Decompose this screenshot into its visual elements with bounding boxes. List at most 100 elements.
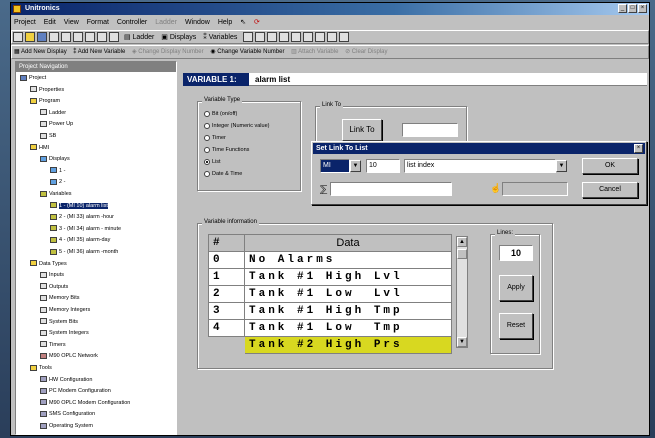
tree-item[interactable]: 1 - (MI 10) alarm list [50, 202, 108, 210]
tree-item[interactable]: Variables [40, 190, 72, 198]
row-data[interactable]: No Alarms [244, 251, 452, 269]
preview-icon[interactable] [61, 32, 71, 42]
tree-item[interactable]: Properties [30, 86, 64, 94]
menu-controller[interactable]: Controller [114, 19, 150, 26]
reset-button[interactable]: Reset [499, 313, 533, 339]
row-data[interactable]: Tank #1 High Tmp [244, 302, 452, 320]
new-file-icon[interactable] [13, 32, 23, 42]
variables-button[interactable]: ⁑ Variables [201, 31, 239, 43]
add-variable-button[interactable]: ⁑ Add New Variable [71, 46, 127, 58]
tree-item[interactable]: Project [20, 74, 46, 82]
watch-icon[interactable] [327, 32, 338, 42]
tree-item[interactable]: 1 - [50, 167, 65, 175]
tree-item[interactable]: Inputs [40, 271, 64, 279]
save-icon[interactable] [37, 32, 47, 42]
ladder-button[interactable]: ▤ Ladder [122, 31, 156, 43]
operand-type-dropdown-icon[interactable]: ▼ [350, 160, 361, 172]
dialog-close-icon[interactable]: × [634, 144, 643, 153]
radio-list[interactable]: List [204, 158, 221, 166]
row-data[interactable]: Tank #1 High Lvl [244, 268, 452, 286]
table-row[interactable]: 2 Tank #1 Low Lvl [208, 285, 452, 303]
tree-item[interactable]: Ladder [40, 109, 66, 117]
cut-icon[interactable] [73, 32, 83, 42]
table-row-highlighted[interactable]: Tank #2 High Prs [208, 336, 452, 354]
scroll-down-icon[interactable]: ▼ [457, 337, 467, 347]
tree-item[interactable]: Operating System [40, 422, 93, 430]
download-icon[interactable] [243, 32, 254, 42]
tree-item[interactable]: HW Configuration [40, 376, 92, 384]
table-scrollbar[interactable]: ▲ ▼ [456, 236, 468, 348]
row-data[interactable]: Tank #1 Low Lvl [244, 285, 452, 303]
tree-item[interactable]: 4 - (MI 35) alarm-day [50, 236, 110, 244]
add-display-button[interactable]: ▦ Add New Display [12, 46, 69, 58]
chart-icon[interactable] [315, 32, 326, 42]
radio-bit[interactable]: Bit (on/off) [204, 110, 237, 118]
table-row[interactable]: 3 Tank #1 High Tmp [208, 302, 452, 320]
radio-integer[interactable]: Integer (Numeric value) [204, 122, 269, 130]
paste-icon[interactable] [97, 32, 107, 42]
print-icon[interactable] [49, 32, 59, 42]
radio-time-functions[interactable]: Time Functions [204, 146, 249, 154]
menu-project[interactable]: Project [11, 19, 39, 26]
compile-icon[interactable] [267, 32, 278, 42]
maximize-button[interactable]: □ [628, 4, 637, 13]
row-data[interactable]: Tank #1 Low Tmp [244, 319, 452, 337]
open-folder-icon[interactable] [25, 32, 35, 42]
apply-button[interactable]: Apply [499, 275, 533, 301]
online-icon[interactable] [303, 32, 314, 42]
description-field[interactable]: list index [404, 159, 556, 173]
menu-format[interactable]: Format [84, 19, 112, 26]
tree-item[interactable]: M90 OPLC Network [40, 352, 98, 360]
scroll-up-icon[interactable]: ▲ [457, 237, 467, 247]
sync-icon[interactable]: ⟳ [251, 19, 263, 26]
radio-date-time[interactable]: Date & Time [204, 170, 242, 178]
pointer-icon[interactable]: ⇖ [237, 19, 249, 26]
tree-item[interactable]: 5 - (MI 36) alarm -month [50, 248, 118, 256]
close-button[interactable]: × [638, 4, 647, 13]
delete-icon[interactable] [109, 32, 119, 42]
tree-item[interactable]: Memory Bits [40, 294, 80, 302]
link-to-field[interactable] [402, 123, 458, 137]
tree-item[interactable]: SB [40, 132, 56, 140]
help-icon[interactable] [339, 32, 350, 42]
tree-item[interactable]: System Integers [40, 329, 89, 337]
tree-item[interactable]: System Bits [40, 318, 78, 326]
radio-timer[interactable]: Timer [204, 134, 226, 142]
menu-help[interactable]: Help [215, 19, 235, 26]
find-icon[interactable] [279, 32, 290, 42]
row-data[interactable]: Tank #2 High Prs [244, 336, 452, 354]
tree-item[interactable]: Outputs [40, 283, 68, 291]
title-bar[interactable]: Unitronics [11, 3, 649, 15]
menu-view[interactable]: View [61, 19, 82, 26]
menu-window[interactable]: Window [182, 19, 213, 26]
description-dropdown-icon[interactable]: ▼ [556, 160, 567, 172]
tree-item[interactable]: Power Up [40, 120, 73, 128]
copy-icon[interactable] [85, 32, 95, 42]
link-to-button[interactable]: Link To [342, 119, 382, 141]
tree-item[interactable]: SMS Configuration [40, 410, 95, 418]
tree-item[interactable]: Memory Integers [40, 306, 90, 314]
tree-item[interactable]: Tools [30, 364, 52, 372]
menu-edit[interactable]: Edit [41, 19, 59, 26]
upload-icon[interactable] [255, 32, 266, 42]
scroll-thumb[interactable] [457, 249, 467, 259]
ok-button[interactable]: OK [582, 158, 638, 174]
operand-number-field[interactable]: 10 [366, 159, 400, 173]
tree-item[interactable]: Data Types [30, 260, 67, 268]
minimize-button[interactable]: _ [618, 4, 627, 13]
tree-item[interactable]: Timers [40, 341, 66, 349]
change-variable-number-button[interactable]: ◉ Change Variable Number [208, 46, 286, 58]
table-row[interactable]: 4 Tank #1 Low Tmp [208, 319, 452, 337]
tree-item[interactable]: 2 - (MI 33) alarm -hour [50, 213, 114, 221]
displays-button[interactable]: ▣ Displays [159, 31, 198, 43]
address-field[interactable] [330, 182, 452, 196]
tree-item[interactable]: Program [30, 97, 60, 105]
tree-item[interactable]: M90 OPLC Modem Configuration [40, 399, 130, 407]
table-row[interactable]: 1 Tank #1 High Lvl [208, 268, 452, 286]
cancel-button[interactable]: Cancel [582, 182, 638, 198]
connect-icon[interactable] [291, 32, 302, 42]
tree-item[interactable]: Displays [40, 155, 70, 163]
operand-type-select[interactable]: MI [320, 159, 350, 173]
lines-field[interactable]: 10 [499, 245, 533, 261]
tree-item[interactable]: 2 - [50, 178, 65, 186]
